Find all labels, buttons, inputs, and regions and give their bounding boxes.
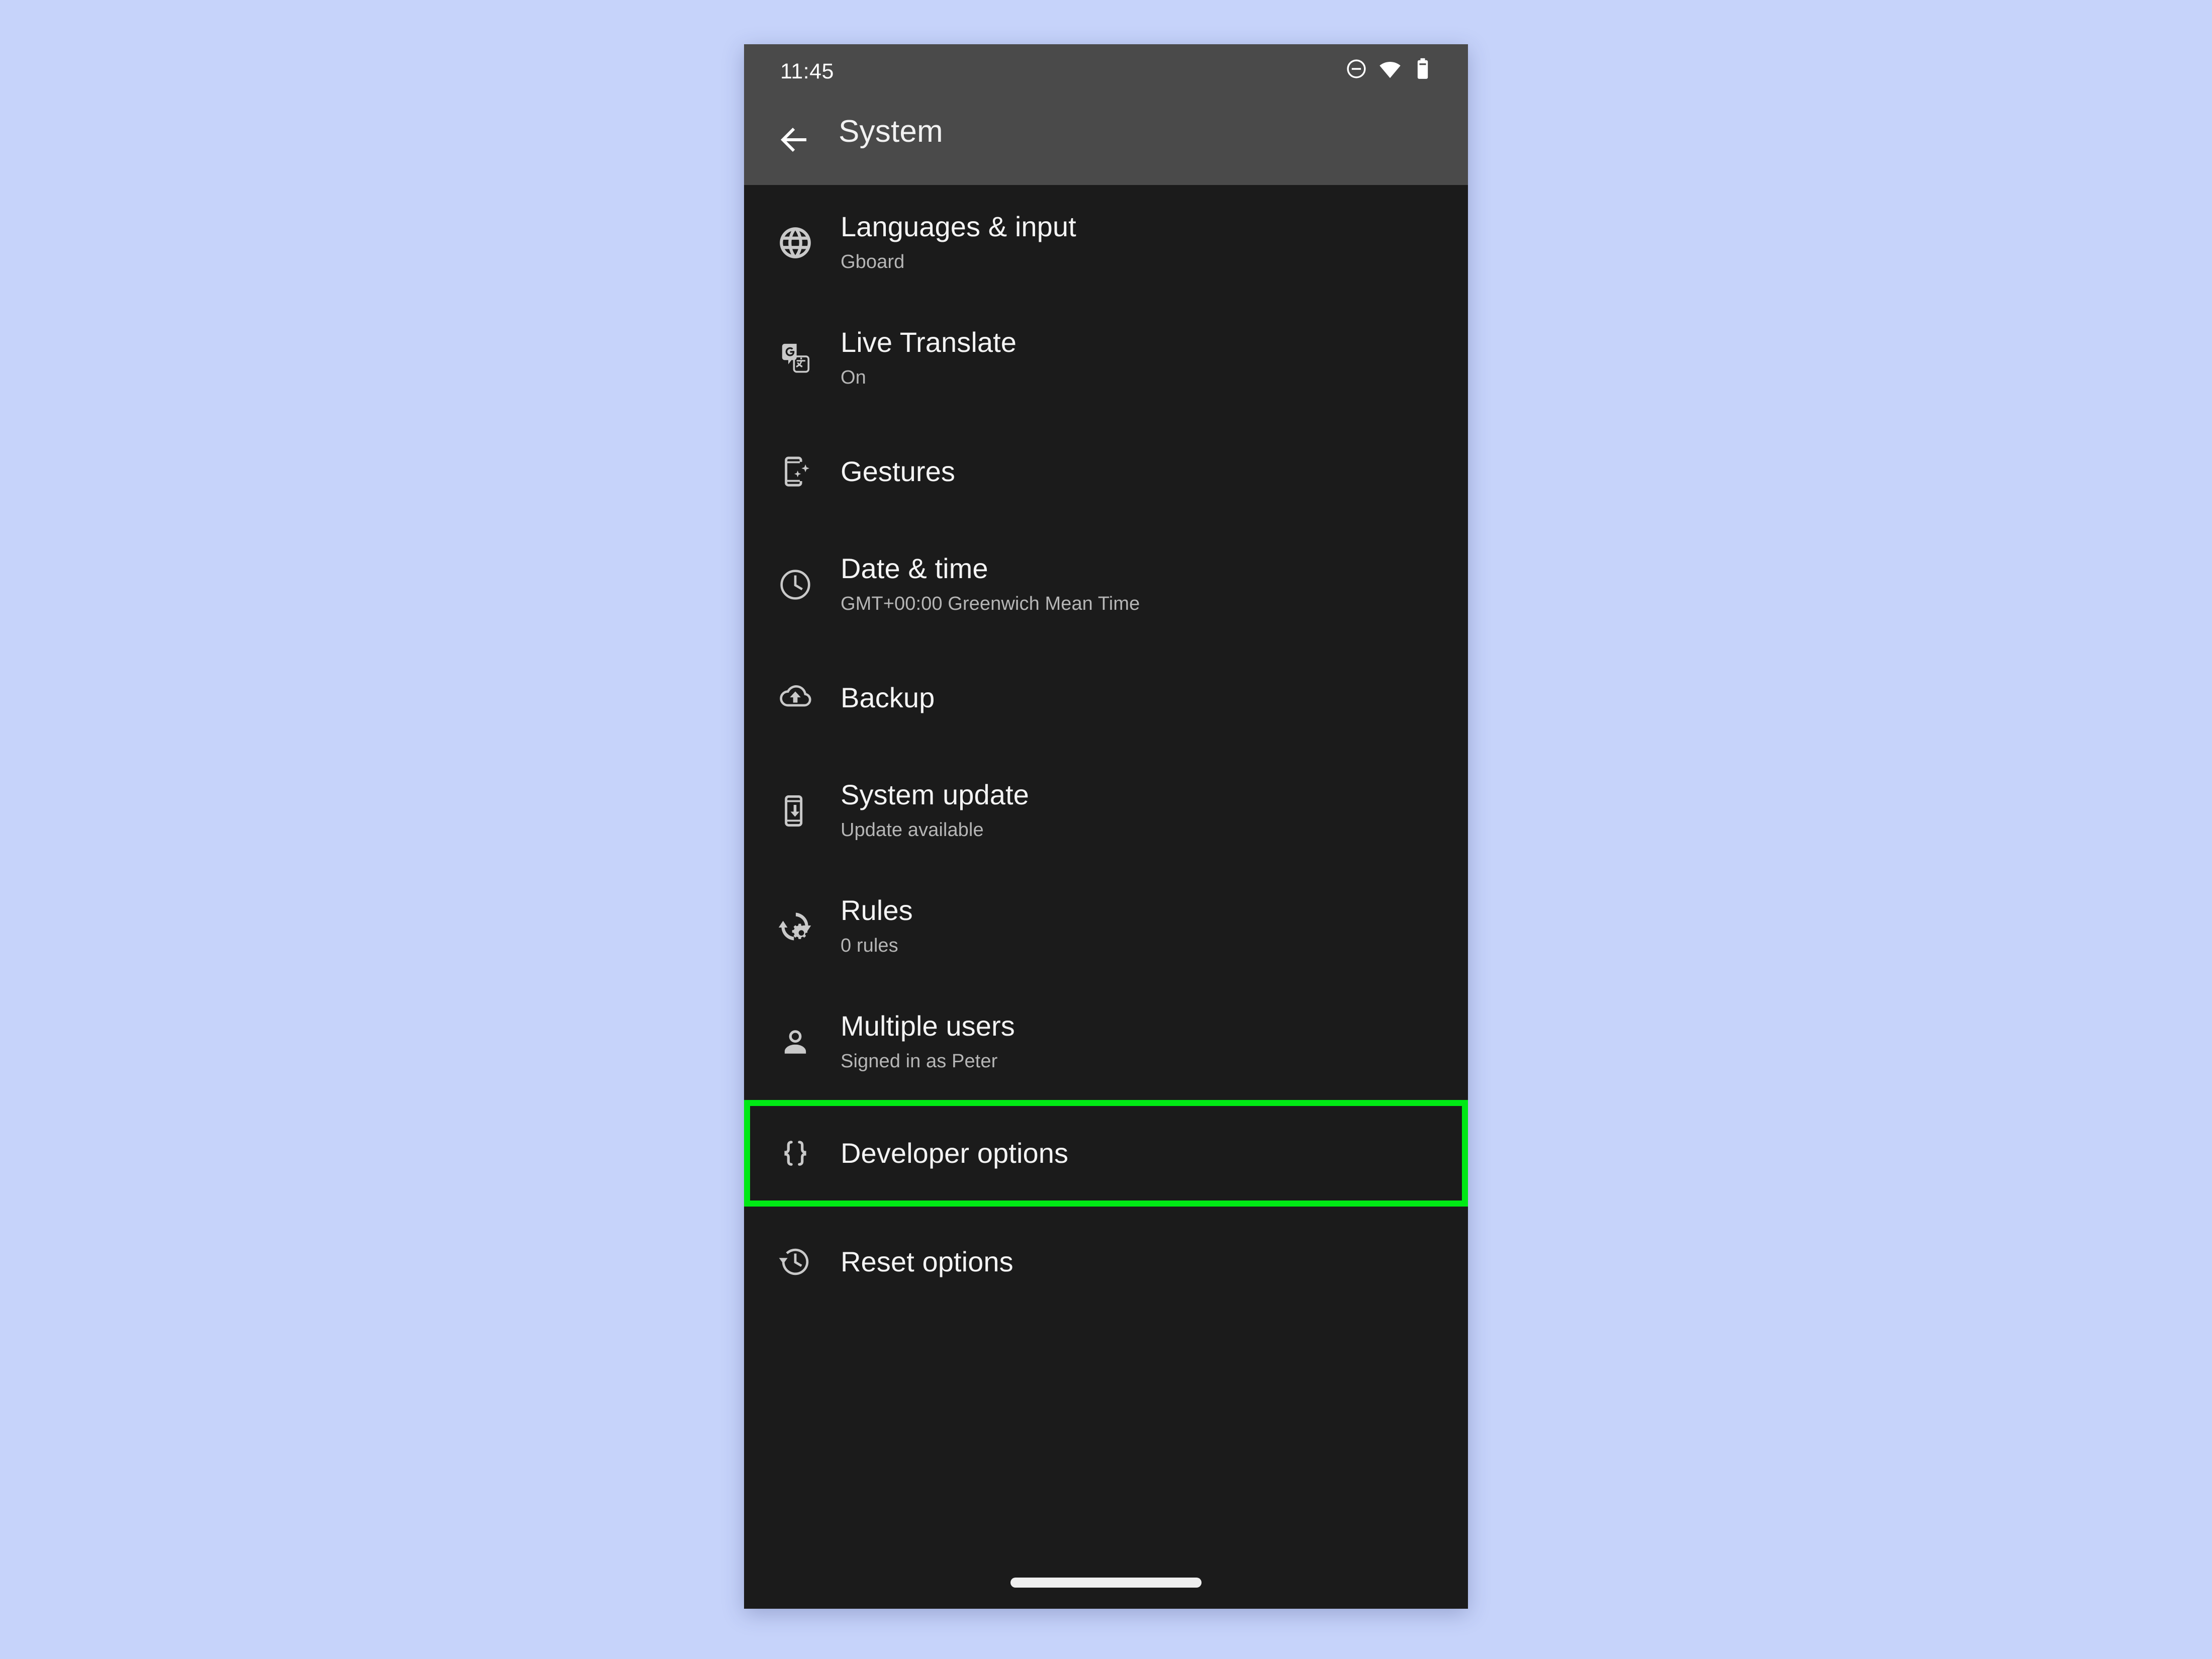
list-item-text: Multiple users Signed in as Peter — [827, 1010, 1015, 1073]
list-item-reset-options[interactable]: Reset options — [744, 1207, 1468, 1317]
do-not-disturb-icon — [1345, 58, 1367, 82]
list-item-text: System update Update available — [827, 779, 1029, 842]
list-item-text: Backup — [827, 682, 935, 714]
status-bar: 11:45 — [744, 44, 1468, 95]
app-bar: System — [744, 95, 1468, 185]
battery-icon — [1413, 57, 1433, 83]
list-item-text: Rules 0 rules — [827, 895, 913, 958]
list-item-text: Reset options — [827, 1246, 1013, 1278]
clock-icon — [763, 567, 827, 603]
list-item-subtitle: Signed in as Peter — [841, 1051, 998, 1072]
list-item-multiple-users[interactable]: Multiple users Signed in as Peter — [744, 984, 1468, 1100]
list-item-title: Backup — [841, 681, 935, 713]
status-bar-icons — [1345, 57, 1433, 83]
list-item-title: Live Translate — [841, 326, 1017, 358]
list-item-text: Live Translate On — [827, 327, 1017, 390]
list-item-title: Multiple users — [841, 1010, 1015, 1042]
list-item-live-translate[interactable]: Live Translate On — [744, 301, 1468, 416]
highlight-border-left — [744, 1106, 750, 1201]
list-item-title: Reset options — [841, 1245, 1013, 1277]
list-item-text: Date & time GMT+00:00 Greenwich Mean Tim… — [827, 553, 1140, 616]
list-item-subtitle: Gboard — [841, 251, 905, 273]
list-item-subtitle: On — [841, 367, 866, 389]
braces-icon — [763, 1136, 827, 1171]
list-item-title: Rules — [841, 894, 913, 927]
system-update-icon — [763, 793, 827, 828]
list-item-subtitle: 0 rules — [841, 935, 898, 957]
back-button[interactable] — [772, 118, 816, 162]
gestures-icon — [763, 454, 827, 489]
list-item-backup[interactable]: Backup — [744, 642, 1468, 753]
list-item-developer-options[interactable]: Developer options — [744, 1100, 1468, 1207]
cloud-upload-icon — [763, 680, 827, 716]
list-item-subtitle: Update available — [841, 819, 984, 841]
status-bar-clock: 11:45 — [780, 59, 834, 83]
rules-icon — [763, 908, 827, 945]
page-title: System — [839, 114, 943, 149]
history-icon — [763, 1244, 827, 1280]
list-item-languages-input[interactable]: Languages & input Gboard — [744, 185, 1468, 301]
list-item-text: Languages & input Gboard — [827, 211, 1076, 274]
navigation-bar — [744, 1538, 1468, 1609]
list-item-title: Date & time — [841, 552, 988, 585]
globe-icon — [763, 224, 827, 261]
list-item-date-time[interactable]: Date & time GMT+00:00 Greenwich Mean Tim… — [744, 527, 1468, 642]
list-item-text: Developer options — [827, 1137, 1069, 1169]
settings-list: Languages & input Gboard Live Translate … — [744, 185, 1468, 1317]
list-item-rules[interactable]: Rules 0 rules — [744, 869, 1468, 984]
list-item-title: Developer options — [841, 1137, 1069, 1169]
list-item-system-update[interactable]: System update Update available — [744, 753, 1468, 869]
person-icon — [763, 1024, 827, 1060]
list-item-text: Gestures — [827, 455, 955, 488]
list-item-title: System update — [841, 779, 1029, 811]
list-item-title: Languages & input — [841, 211, 1076, 243]
list-item-gestures[interactable]: Gestures — [744, 416, 1468, 527]
home-indicator[interactable] — [1010, 1578, 1202, 1588]
list-item-subtitle: GMT+00:00 Greenwich Mean Time — [841, 593, 1140, 615]
translate-icon — [763, 341, 827, 376]
wifi-icon — [1378, 57, 1402, 83]
highlight-border-right — [1462, 1106, 1468, 1201]
phone-screen: 11:45 System Languages & input Gboard Li… — [744, 44, 1468, 1609]
list-item-title: Gestures — [841, 455, 955, 487]
